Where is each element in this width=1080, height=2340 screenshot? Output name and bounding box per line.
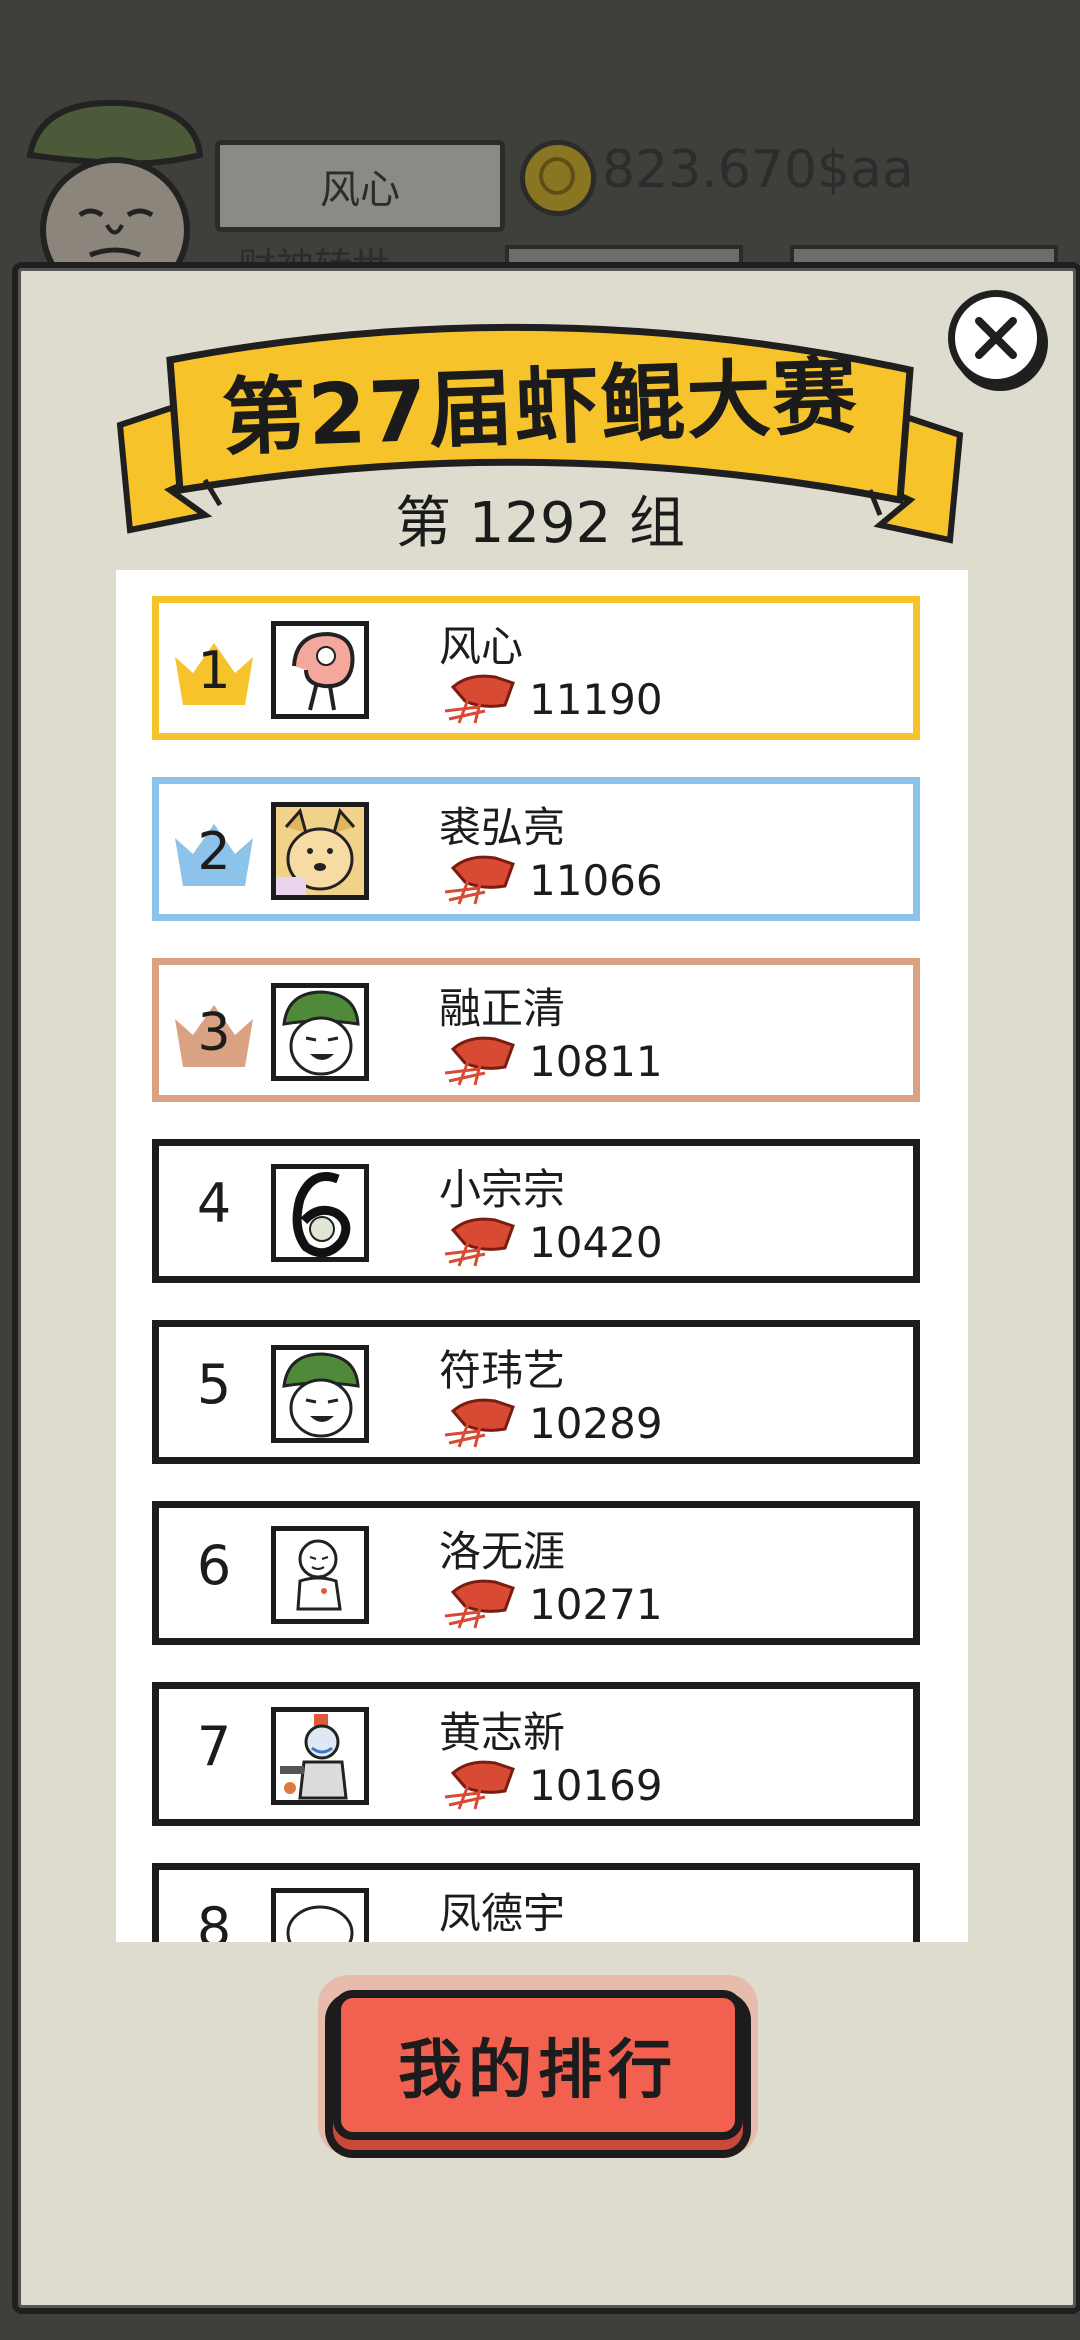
shrimp-score-icon [444,1398,515,1448]
player-score: 11066 [529,856,663,905]
ranking-row[interactable]: 7 黄志新 10169 [152,1682,920,1826]
background-player-name: 风心 [215,140,505,232]
ranking-row[interactable]: 8 凤德宇 [152,1863,920,1942]
six-avatar [271,1164,369,1262]
chef-avatar [271,1707,369,1805]
shrimp-score-icon [444,1760,515,1810]
shrimp-score-icon [444,855,515,905]
rank-number: 3 [197,1003,231,1063]
shrimp-score-icon [444,1217,515,1267]
coin-icon [520,140,596,216]
player-name: 融正清 [439,984,566,1033]
ranking-row[interactable]: 4 小宗宗 10420 [152,1139,920,1283]
player-score: 10289 [529,1399,663,1448]
green-hat-avatar [271,1345,369,1443]
player-name: 小宗宗 [439,1165,566,1214]
player-name: 风心 [439,622,524,671]
close-button[interactable] [948,290,1044,386]
shrimp-score-icon [444,674,515,724]
background-hud: 风心 823.670$aa 财神转世 [0,0,1080,300]
ranking-row[interactable]: 3 融正清 10811 [152,958,920,1102]
player-score: 10169 [529,1761,663,1810]
rank-number: 8 [196,1896,232,1942]
ranking-row[interactable]: 6 洛无涯 10271 [152,1501,920,1645]
doge-avatar [271,802,369,900]
round-face-avatar [271,1888,369,1942]
player-name: 洛无涯 [439,1527,566,1576]
rank-number: 7 [196,1715,232,1778]
banner-title: 第27届虾鲲大赛 [220,346,861,468]
rank-number: 1 [197,641,231,701]
player-score: 10420 [529,1218,663,1267]
rank-number: 2 [197,822,231,882]
player-score: 10811 [529,1037,663,1086]
player-name: 符玮艺 [439,1346,566,1395]
shrimp-score-icon [444,1579,515,1629]
group-label: 第 1292 组 [394,491,686,556]
rank-number: 5 [196,1353,232,1416]
shrimp-avatar [271,621,369,719]
player-score: 11190 [529,675,663,724]
close-icon [975,317,1017,359]
background-coins: 823.670$aa [602,140,914,200]
player-name: 凤德宇 [439,1889,566,1938]
ranking-list[interactable]: 1 风心 11190 2 裘弘亮 11066 3 融正清 10811 4 小宗宗… [116,570,968,1942]
green-hat-avatar [271,983,369,1081]
screen: 风心 823.670$aa 财神转世 第27届虾鲲大赛 第 1292 组 1 [0,0,1080,2340]
doodle-avatar [271,1526,369,1624]
ranking-row[interactable]: 2 裘弘亮 11066 [152,777,920,921]
ranking-row[interactable]: 5 符玮艺 10289 [152,1320,920,1464]
my-ranking-button[interactable]: 我的排行 [333,1990,743,2140]
player-name: 黄志新 [439,1708,566,1757]
player-score: 10271 [529,1580,663,1629]
player-name: 裘弘亮 [439,803,566,852]
ranking-row[interactable]: 1 风心 11190 [152,596,920,740]
rank-number: 6 [196,1534,232,1597]
rank-number: 4 [196,1172,232,1235]
shrimp-score-icon [444,1036,515,1086]
